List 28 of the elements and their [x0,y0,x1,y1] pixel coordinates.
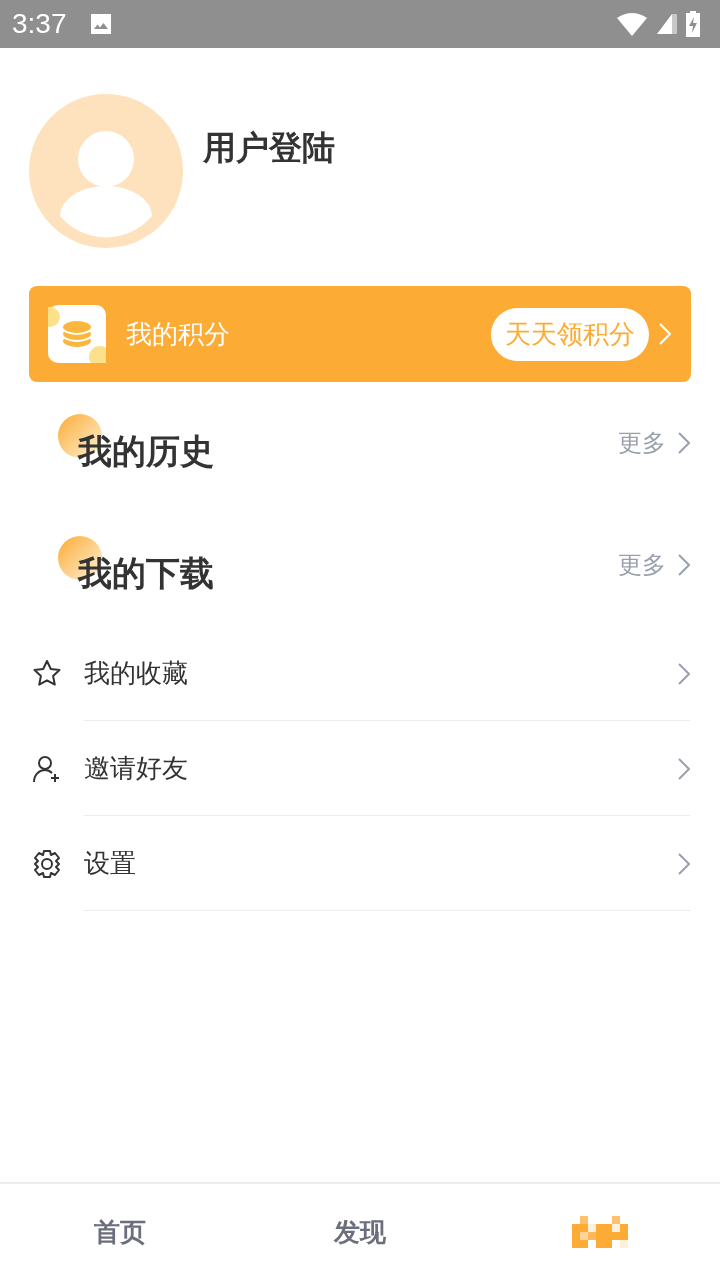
star-icon [32,658,62,689]
chevron-icon [659,323,671,345]
more-link[interactable]: 更多 [618,427,666,459]
tab[interactable]: 发现 [240,1184,480,1280]
chevron-icon [678,554,690,576]
image-icon [88,12,113,36]
menu-item[interactable]: 设置 [0,816,720,911]
menu-item[interactable]: 邀请好友 [0,721,720,816]
section-title: 我的下载 [78,552,214,595]
chevron-icon [678,852,690,875]
chevron-icon [678,757,690,780]
wifi-icon [616,12,648,36]
status-time: 3:37 [12,8,67,40]
signal-icon [656,12,678,36]
avatar[interactable] [29,94,183,248]
chevron-icon [678,662,690,685]
section-title: 我的历史 [78,430,214,473]
tab[interactable]: 首页 [0,1184,240,1280]
menu-item[interactable]: 我的收藏 [0,626,720,721]
more-link[interactable]: 更多 [618,549,666,581]
pixel-icon [572,1216,628,1248]
chevron-icon [678,432,690,454]
points-label: 我的积分 [126,317,231,351]
coins-icon [48,305,106,363]
login-title[interactable]: 用户登陆 [203,126,335,171]
settings-icon [32,848,62,879]
user-add-icon [32,753,62,784]
battery-icon [686,11,700,37]
